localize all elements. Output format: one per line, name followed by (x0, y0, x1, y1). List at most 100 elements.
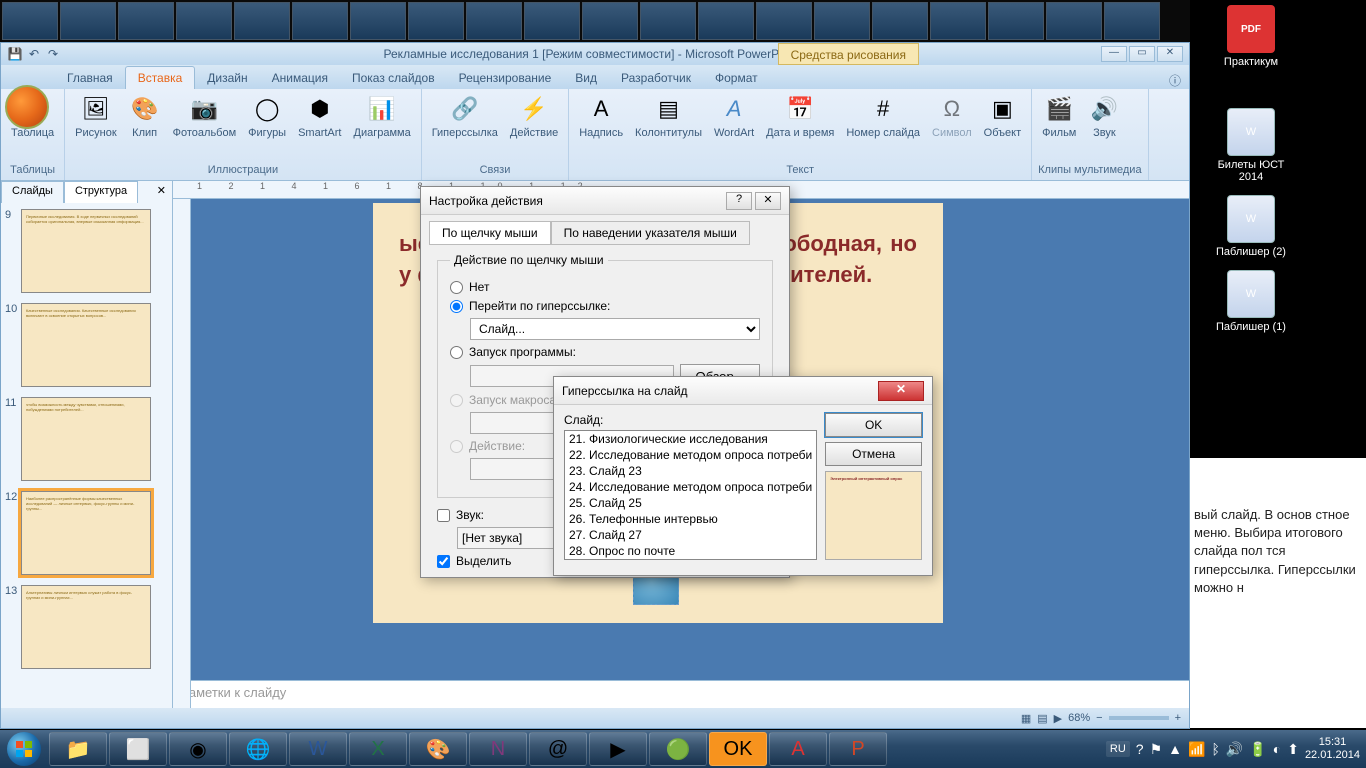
task-powerpoint[interactable]: P (829, 732, 887, 766)
preview-thumb[interactable] (60, 2, 116, 40)
task-hp[interactable]: ◉ (169, 732, 227, 766)
zoom-in-icon[interactable]: + (1175, 712, 1181, 724)
tab-slides[interactable]: Слайды (1, 181, 64, 203)
notes-pane[interactable]: Заметки к слайду (173, 680, 1189, 708)
tab-design[interactable]: Дизайн (195, 67, 259, 89)
tab-onclick[interactable]: По щелчку мыши (429, 221, 551, 245)
task-app2[interactable]: 🟢 (649, 732, 707, 766)
cancel-button[interactable]: Отмена (825, 442, 922, 466)
ok-button[interactable]: OK (825, 413, 922, 437)
dialog-titlebar[interactable]: Гиперссылка на слайд ✕ (554, 377, 932, 405)
task-paint[interactable]: 🎨 (409, 732, 467, 766)
preview-thumb[interactable] (2, 2, 58, 40)
tab-outline[interactable]: Структура (64, 181, 138, 203)
checkbox-sound[interactable] (437, 509, 450, 522)
object-button[interactable]: ▣Объект (980, 91, 1025, 141)
task-explorer[interactable]: 📁 (49, 732, 107, 766)
preview-thumb[interactable] (1104, 2, 1160, 40)
task-app[interactable]: ⬜ (109, 732, 167, 766)
help-button[interactable]: ? (726, 192, 752, 210)
wordart-button[interactable]: AWordArt (710, 91, 758, 141)
language-indicator[interactable]: RU (1106, 741, 1130, 757)
close-button[interactable]: ✕ (755, 192, 781, 210)
slide-list-item[interactable]: 26. Телефонные интервью (565, 511, 816, 527)
zoom-slider[interactable] (1109, 716, 1169, 720)
slide-list-item[interactable]: 29. Электронный интерактивный опрос (565, 559, 816, 560)
desktop-icon-pdf[interactable]: PDF Практикум (1216, 5, 1286, 68)
volume-icon[interactable]: 🔊 (1226, 741, 1243, 758)
slide-list-item[interactable]: 23. Слайд 23 (565, 463, 816, 479)
slide-list-item[interactable]: 24. Исследование методом опроса потреби (565, 479, 816, 495)
maximize-button[interactable]: ▭ (1129, 46, 1155, 62)
preview-thumb[interactable] (698, 2, 754, 40)
tray-icon[interactable]: ⬆ (1287, 741, 1299, 758)
task-adobe[interactable]: A (769, 732, 827, 766)
preview-thumb[interactable] (234, 2, 290, 40)
textbox-button[interactable]: AНадпись (575, 91, 627, 141)
radio-run-program[interactable] (450, 346, 463, 359)
hyperlink-button[interactable]: 🔗Гиперссылка (428, 91, 502, 141)
close-icon[interactable]: ✕ (151, 181, 172, 203)
slide-thumb[interactable]: 13Альтернативы личным интервью служат ра… (5, 585, 168, 669)
slide-list-item[interactable]: 22. Исследование методом опроса потреби (565, 447, 816, 463)
slide-thumb[interactable]: 9Первичные исследования. В ходе первичны… (5, 209, 168, 293)
desktop-icon-doc[interactable]: W Паблишер (2) (1216, 195, 1286, 258)
slide-thumbnails[interactable]: 9Первичные исследования. В ходе первичны… (1, 203, 172, 708)
preview-thumb[interactable] (814, 2, 870, 40)
radio-none[interactable] (450, 281, 463, 294)
minimize-button[interactable]: — (1101, 46, 1127, 62)
close-button[interactable]: ✕ (1157, 46, 1183, 62)
view-sorter-icon[interactable]: ▤ (1037, 712, 1047, 725)
tab-animation[interactable]: Анимация (260, 67, 340, 89)
battery-icon[interactable]: 🔋 (1249, 741, 1266, 758)
slide-thumb[interactable]: 12Наиболее распространённые формы качест… (5, 491, 168, 575)
close-button[interactable]: ✕ (878, 381, 924, 401)
hyperlink-select[interactable]: Слайд... (470, 318, 760, 340)
task-word[interactable]: W (289, 732, 347, 766)
task-ok[interactable]: OK (709, 732, 767, 766)
clip-button[interactable]: 🎨Клип (125, 91, 165, 141)
preview-thumb[interactable] (118, 2, 174, 40)
slide-list-item[interactable]: 21. Физиологические исследования (565, 431, 816, 447)
preview-thumb[interactable] (466, 2, 522, 40)
slide-list-item[interactable]: 28. Опрос по почте (565, 543, 816, 559)
desktop-icon-doc[interactable]: W Билеты ЮСТ 2014 (1216, 108, 1286, 183)
tab-onhover[interactable]: По наведении указателя мыши (551, 221, 750, 245)
movie-button[interactable]: 🎬Фильм (1038, 91, 1080, 141)
album-button[interactable]: 📷Фотоальбом (169, 91, 241, 141)
task-chrome[interactable]: 🌐 (229, 732, 287, 766)
view-slideshow-icon[interactable]: ▶ (1054, 712, 1062, 725)
picture-button[interactable]: 🖼Рисунок (71, 91, 121, 141)
tab-insert[interactable]: Вставка (125, 66, 196, 89)
zoom-out-icon[interactable]: − (1096, 712, 1102, 724)
preview-thumb[interactable] (1046, 2, 1102, 40)
preview-thumb[interactable] (640, 2, 696, 40)
tab-slideshow[interactable]: Показ слайдов (340, 67, 447, 89)
task-mail[interactable]: @ (529, 732, 587, 766)
sound-button[interactable]: 🔊Звук (1084, 91, 1124, 141)
checkbox-highlight[interactable] (437, 555, 450, 568)
task-media[interactable]: ▶ (589, 732, 647, 766)
task-onenote[interactable]: N (469, 732, 527, 766)
clock[interactable]: 15:31 22.01.2014 (1305, 736, 1360, 762)
radio-hyperlink[interactable] (450, 300, 463, 313)
desktop-icon-doc[interactable]: W Паблишер (1) (1216, 270, 1286, 333)
view-normal-icon[interactable]: ▦ (1021, 712, 1031, 725)
preview-thumb[interactable] (350, 2, 406, 40)
network-icon[interactable]: 📶 (1188, 741, 1205, 758)
symbol-button[interactable]: ΩСимвол (928, 91, 976, 141)
tab-developer[interactable]: Разработчик (609, 67, 703, 89)
tab-format[interactable]: Формат (703, 67, 770, 89)
preview-thumb[interactable] (292, 2, 348, 40)
preview-thumb[interactable] (872, 2, 928, 40)
action-button[interactable]: ⚡Действие (506, 91, 562, 141)
task-excel[interactable]: X (349, 732, 407, 766)
flag-icon[interactable]: ⚑ (1150, 741, 1163, 758)
preview-thumb[interactable] (988, 2, 1044, 40)
headerfooter-button[interactable]: ▤Колонтитулы (631, 91, 706, 141)
slide-list-item[interactable]: 25. Слайд 25 (565, 495, 816, 511)
preview-thumb[interactable] (176, 2, 232, 40)
tab-home[interactable]: Главная (55, 67, 125, 89)
start-button[interactable] (0, 730, 48, 768)
datetime-button[interactable]: 📅Дата и время (762, 91, 838, 141)
